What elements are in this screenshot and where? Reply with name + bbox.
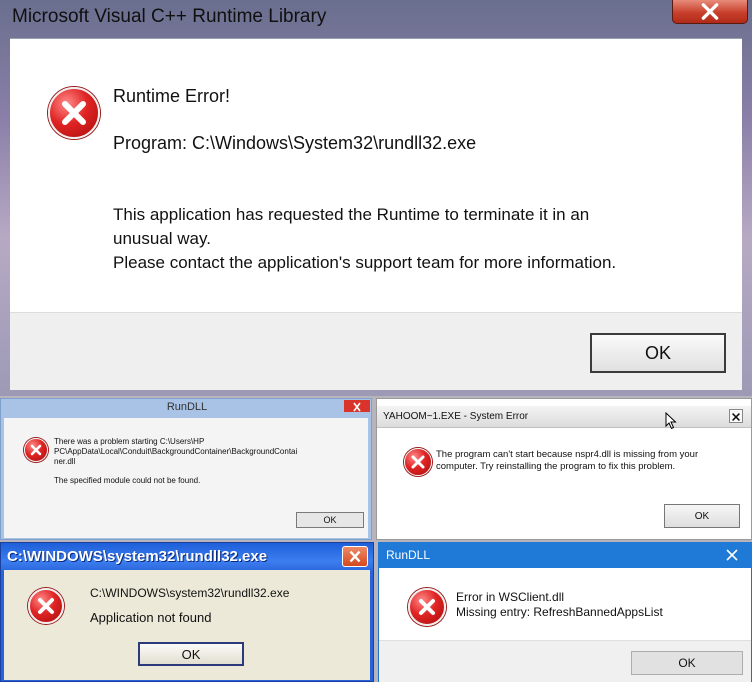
system-error-ok-button[interactable]: OK (664, 504, 740, 528)
program-path: Program: C:\Windows\System32\rundll32.ex… (113, 133, 477, 153)
system-error-close-button[interactable] (729, 409, 743, 423)
close-icon (349, 550, 361, 563)
system-error-message-line-2: computer. Try reinstalling the program t… (436, 461, 676, 472)
close-icon (701, 3, 719, 20)
runtime-heading: Runtime Error! (113, 86, 231, 106)
runtime-dialog-footer: OK (10, 312, 742, 390)
close-icon (726, 549, 738, 561)
rundll-dialog-1-close-button[interactable] (344, 400, 370, 412)
message-line-3: Please contact the application's support… (113, 253, 617, 272)
rundll-dialog-1-title: RunDLL (166, 401, 208, 413)
module-message-line-2: PC\AppData\Local\Conduit\BackgroundConta… (54, 447, 298, 456)
rundll-dialog-1-body: There was a problem starting C:\Users\HP… (4, 418, 368, 538)
runtime-dialog-title: Microsoft Visual C++ Runtime Library (12, 6, 327, 27)
message-line-2: unusual way. (113, 229, 211, 248)
rundll-2-ok-button[interactable]: OK (631, 651, 743, 675)
xp-ok-button[interactable]: OK (138, 642, 244, 666)
rundll-1-ok-button[interactable]: OK (296, 512, 364, 528)
mouse-cursor-icon (665, 412, 677, 430)
xp-dialog-title: C:\WINDOWS\system32\rundll32.exe (7, 548, 268, 565)
rundll-dialog-2-titlebar: RunDLL (378, 542, 752, 568)
runtime-ok-button[interactable]: OK (590, 333, 726, 373)
error-icon (404, 448, 432, 476)
system-error-titlebar: YAHOOM~1.EXE - System Error (377, 406, 751, 430)
system-error-title: YAHOOM~1.EXE - System Error (383, 411, 529, 422)
xp-dialog-close-button[interactable] (342, 546, 368, 567)
close-icon (732, 413, 740, 421)
runtime-dialog-close-button[interactable] (672, 0, 748, 24)
runtime-dialog-body: Runtime Error! Program: C:\Windows\Syste… (10, 38, 742, 312)
xp-dialog-path: C:\WINDOWS\system32\rundll32.exe (90, 586, 290, 600)
module-message-line-4: The specified module could not be found. (54, 476, 201, 485)
error-icon (48, 87, 100, 139)
rundll-dialog-2-footer: OK (379, 640, 751, 682)
rundll-dialog-2-title: RunDLL (386, 548, 431, 562)
module-message-line-1: There was a problem starting C:\Users\HP (54, 437, 205, 446)
error-icon (28, 588, 64, 624)
xp-dialog-body: C:\WINDOWS\system32\rundll32.exe Applica… (4, 570, 370, 680)
error-icon (408, 588, 446, 626)
xp-dialog-message: Application not found (90, 610, 212, 625)
message-line-1: This application has requested the Runti… (113, 205, 590, 224)
rundll-dialog-2-close-button[interactable] (724, 547, 740, 563)
close-icon (353, 402, 361, 412)
system-error-message-line-1: The program can't start because nspr4.dl… (436, 449, 699, 460)
error-icon (24, 438, 48, 462)
module-message-line-3: ner.dll (54, 457, 76, 466)
wsclient-message-line-2: Missing entry: RefreshBannedAppsList (456, 605, 663, 619)
wsclient-message-line-1: Error in WSClient.dll (456, 590, 565, 604)
